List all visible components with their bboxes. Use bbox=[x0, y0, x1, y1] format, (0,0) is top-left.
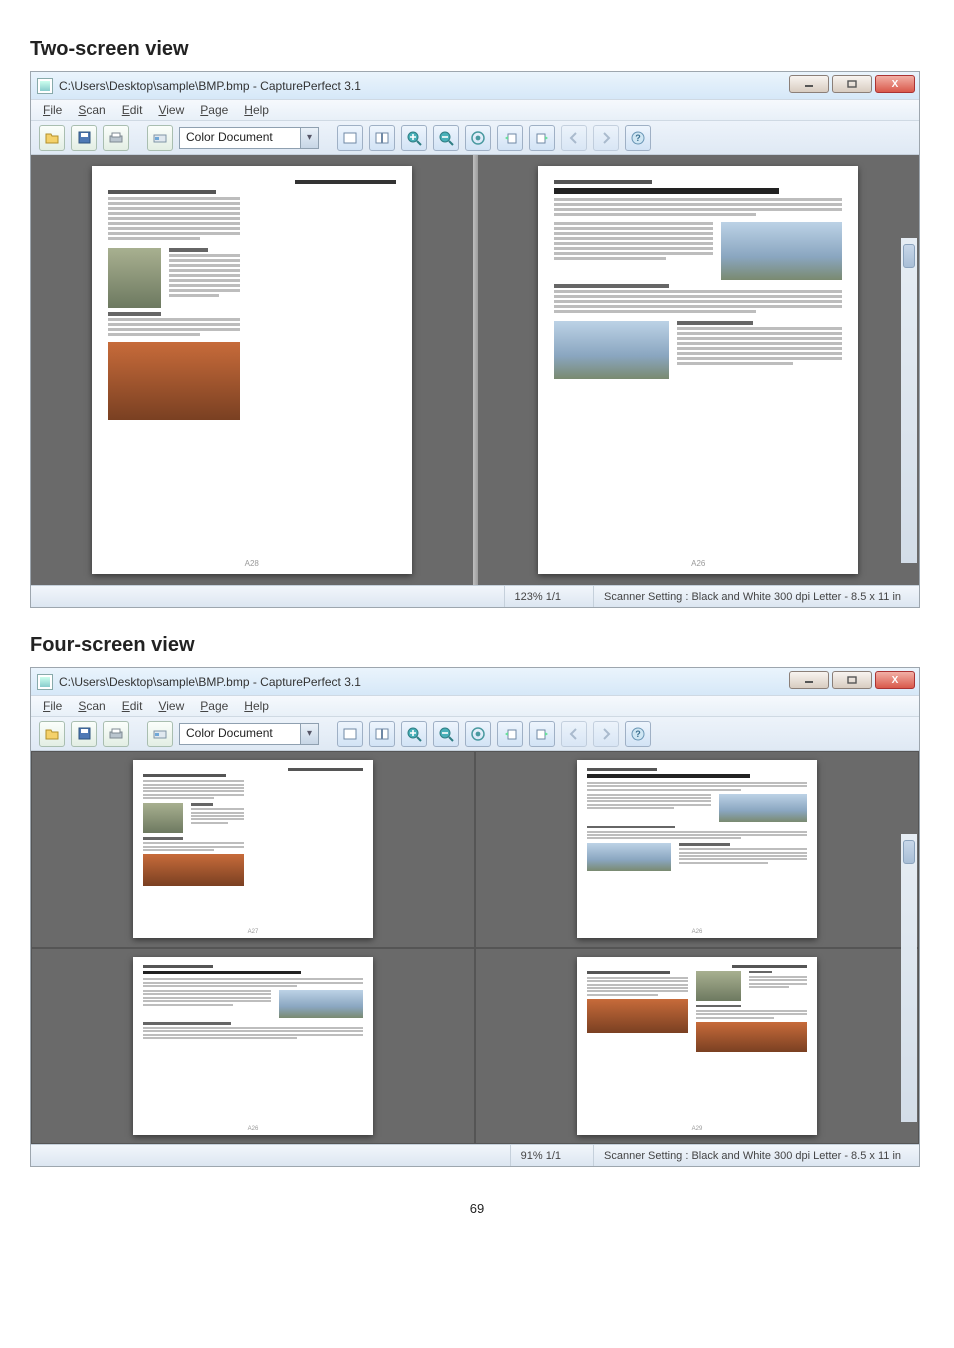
maximize-button[interactable] bbox=[832, 75, 872, 93]
menu-scan[interactable]: Scan bbox=[72, 101, 111, 119]
section-heading-two: Two-screen view bbox=[30, 38, 924, 61]
app-window-two-screen: C:\Users\Desktop\sample\BMP.bmp - Captur… bbox=[30, 71, 920, 608]
rotate-right-button[interactable] bbox=[529, 125, 555, 151]
status-scanner-setting: Scanner Setting : Black and White 300 dp… bbox=[593, 1145, 911, 1166]
chevron-down-icon: ▾ bbox=[301, 723, 319, 745]
menu-scan[interactable]: Scan bbox=[72, 697, 111, 715]
page-prev-button[interactable] bbox=[561, 125, 587, 151]
page-1: A27 bbox=[133, 760, 373, 938]
page-left: A28 bbox=[92, 166, 412, 574]
menu-edit[interactable]: Edit bbox=[116, 697, 149, 715]
right-pane[interactable]: A26 bbox=[478, 155, 920, 585]
pane-bottom-right[interactable]: A29 bbox=[475, 948, 919, 1145]
menu-page[interactable]: Page bbox=[194, 101, 234, 119]
save-button[interactable] bbox=[71, 721, 97, 747]
zoom-in-button[interactable] bbox=[401, 721, 427, 747]
statusbar: 123% 1/1 Scanner Setting : Black and Whi… bbox=[31, 585, 919, 607]
layout-split-button[interactable] bbox=[369, 721, 395, 747]
page-number: A29 bbox=[577, 1126, 817, 1132]
left-pane[interactable]: A28 bbox=[31, 155, 473, 585]
titlebar: C:\Users\Desktop\sample\BMP.bmp - Captur… bbox=[31, 72, 919, 99]
page-4: A29 bbox=[577, 957, 817, 1135]
vertical-scrollbar[interactable] bbox=[901, 238, 917, 563]
toolbar: Color Document ▾ ? bbox=[31, 717, 919, 751]
open-file-button[interactable] bbox=[39, 721, 65, 747]
svg-text:?: ? bbox=[635, 133, 641, 143]
page-next-button[interactable] bbox=[593, 125, 619, 151]
menu-help[interactable]: Help bbox=[238, 697, 275, 715]
window-title: C:\Users\Desktop\sample\BMP.bmp - Captur… bbox=[59, 675, 361, 689]
minimize-button[interactable] bbox=[789, 671, 829, 689]
rotate-left-button[interactable] bbox=[497, 721, 523, 747]
section-heading-four: Four-screen view bbox=[30, 634, 924, 657]
app-window-four-screen: C:\Users\Desktop\sample\BMP.bmp - Captur… bbox=[30, 667, 920, 1167]
rotate-left-button[interactable] bbox=[497, 125, 523, 151]
scanner-select-button[interactable] bbox=[147, 721, 173, 747]
svg-text:?: ? bbox=[635, 729, 641, 739]
status-scanner-setting: Scanner Setting : Black and White 300 dp… bbox=[593, 586, 911, 607]
menu-help[interactable]: Help bbox=[238, 101, 275, 119]
menu-file[interactable]: File bbox=[37, 101, 68, 119]
pane-bottom-left[interactable]: A26 bbox=[31, 948, 475, 1145]
color-mode-dropdown[interactable]: Color Document ▾ bbox=[179, 723, 319, 745]
layout-split-button[interactable] bbox=[369, 125, 395, 151]
vertical-scrollbar[interactable] bbox=[901, 834, 917, 1122]
rotate-right-button[interactable] bbox=[529, 721, 555, 747]
zoom-out-button[interactable] bbox=[433, 721, 459, 747]
close-button[interactable]: X bbox=[875, 671, 915, 689]
layout-single-button[interactable] bbox=[337, 125, 363, 151]
menu-edit[interactable]: Edit bbox=[116, 101, 149, 119]
page-next-button[interactable] bbox=[593, 721, 619, 747]
window-title: C:\Users\Desktop\sample\BMP.bmp - Captur… bbox=[59, 79, 361, 93]
zoom-in-button[interactable] bbox=[401, 125, 427, 151]
menubar: File Scan Edit View Page Help bbox=[31, 99, 919, 121]
page-number: A26 bbox=[577, 929, 817, 935]
print-button[interactable] bbox=[103, 721, 129, 747]
titlebar: C:\Users\Desktop\sample\BMP.bmp - Captur… bbox=[31, 668, 919, 695]
chevron-down-icon: ▾ bbox=[301, 127, 319, 149]
menubar: File Scan Edit View Page Help bbox=[31, 695, 919, 717]
app-icon bbox=[37, 78, 53, 94]
help-button[interactable]: ? bbox=[625, 125, 651, 151]
app-icon bbox=[37, 674, 53, 690]
zoom-out-button[interactable] bbox=[433, 125, 459, 151]
toolbar: Color Document ▾ ? bbox=[31, 121, 919, 155]
document-page-number: 69 bbox=[30, 1201, 924, 1216]
status-zoom: 91% 1/1 bbox=[510, 1145, 571, 1166]
zoom-fit-button[interactable] bbox=[465, 125, 491, 151]
color-mode-label: Color Document bbox=[179, 127, 301, 149]
scanner-select-button[interactable] bbox=[147, 125, 173, 151]
menu-file[interactable]: File bbox=[37, 697, 68, 715]
close-button[interactable]: X bbox=[875, 75, 915, 93]
zoom-fit-button[interactable] bbox=[465, 721, 491, 747]
statusbar: 91% 1/1 Scanner Setting : Black and Whit… bbox=[31, 1144, 919, 1166]
page-right: A26 bbox=[538, 166, 858, 574]
help-button[interactable]: ? bbox=[625, 721, 651, 747]
menu-page[interactable]: Page bbox=[194, 697, 234, 715]
pane-top-right[interactable]: A26 bbox=[475, 751, 919, 948]
color-mode-label: Color Document bbox=[179, 723, 301, 745]
page-2: A26 bbox=[577, 760, 817, 938]
open-file-button[interactable] bbox=[39, 125, 65, 151]
page-number: A28 bbox=[92, 559, 412, 568]
minimize-button[interactable] bbox=[789, 75, 829, 93]
page-number: A27 bbox=[133, 929, 373, 935]
save-button[interactable] bbox=[71, 125, 97, 151]
page-prev-button[interactable] bbox=[561, 721, 587, 747]
layout-single-button[interactable] bbox=[337, 721, 363, 747]
pane-top-left[interactable]: A27 bbox=[31, 751, 475, 948]
workspace-two: A28 bbox=[31, 155, 919, 585]
page-3: A26 bbox=[133, 957, 373, 1135]
workspace-four: A27 bbox=[31, 751, 919, 1144]
print-button[interactable] bbox=[103, 125, 129, 151]
maximize-button[interactable] bbox=[832, 671, 872, 689]
status-zoom: 123% 1/1 bbox=[504, 586, 571, 607]
menu-view[interactable]: View bbox=[152, 101, 190, 119]
menu-view[interactable]: View bbox=[152, 697, 190, 715]
page-number: A26 bbox=[538, 559, 858, 568]
color-mode-dropdown[interactable]: Color Document ▾ bbox=[179, 127, 319, 149]
page-number: A26 bbox=[133, 1126, 373, 1132]
